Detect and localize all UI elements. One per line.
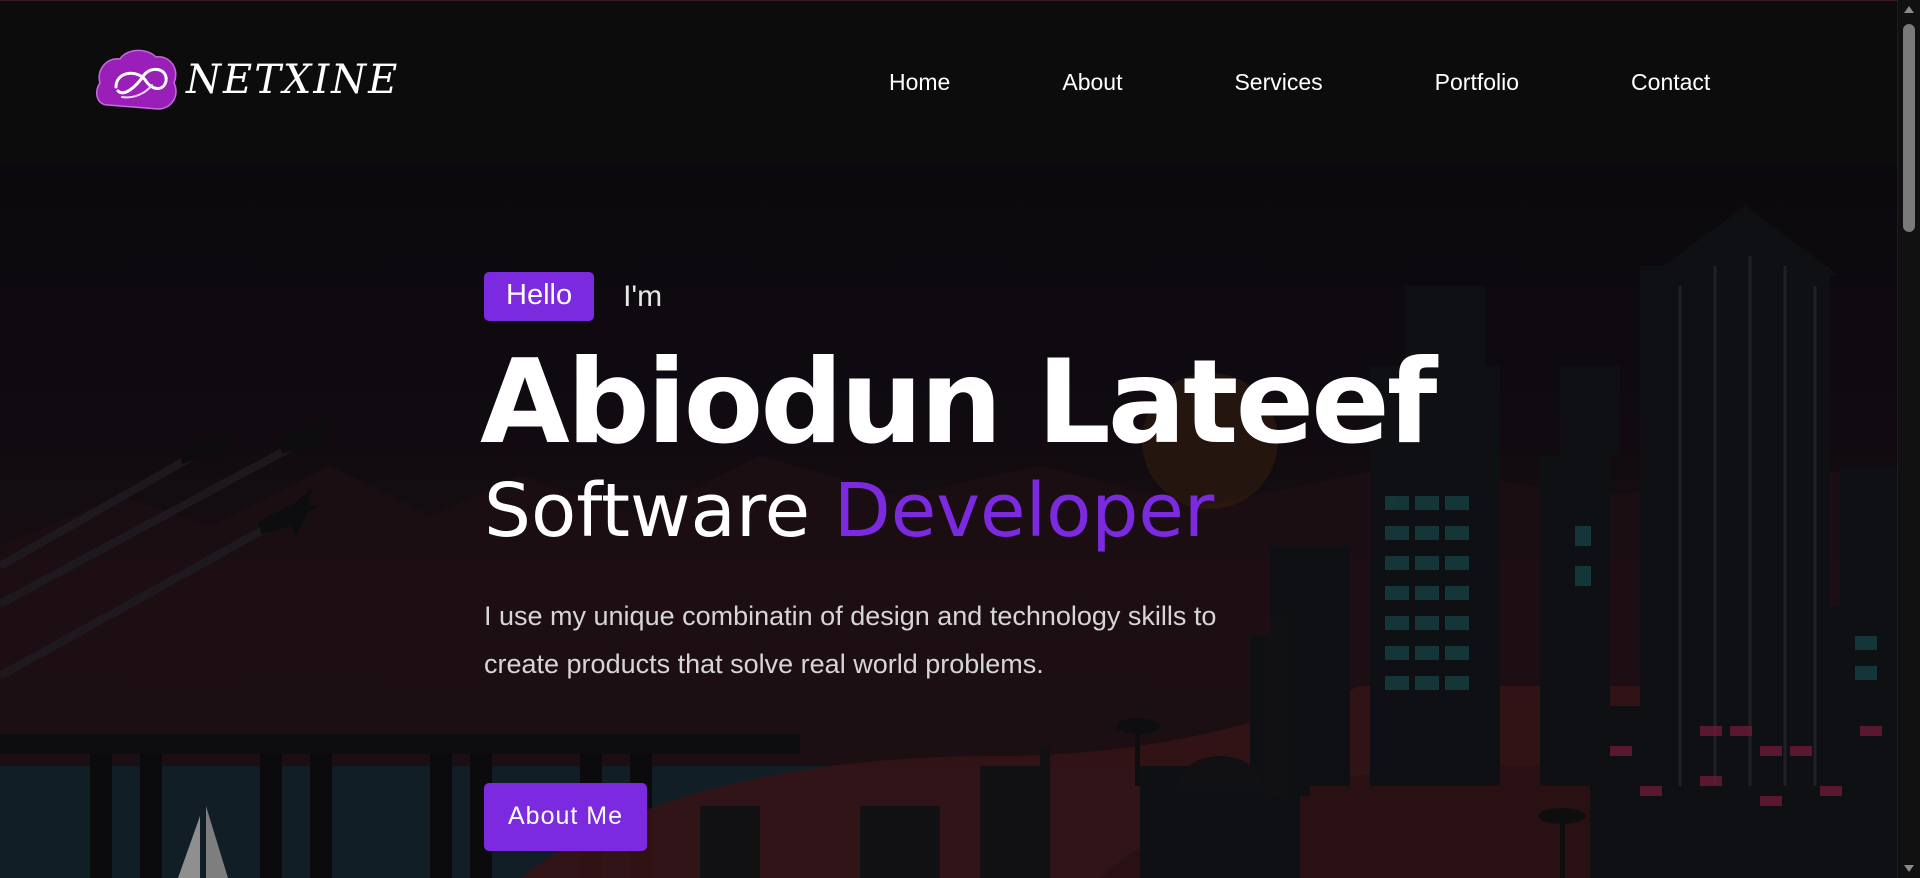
page-scrollbar[interactable] <box>1897 0 1920 878</box>
nav-contact[interactable]: Contact <box>1631 69 1710 96</box>
about-me-button[interactable]: About Me <box>484 783 648 852</box>
greeting-row: Hello I'm <box>484 272 1434 321</box>
hero-content: Hello I'm Abiodun Lateef Software Develo… <box>480 272 1437 852</box>
main-nav: Home About Services Portfolio Contact <box>889 69 1710 96</box>
logo-link[interactable]: NETXINE <box>94 47 399 113</box>
logo-text: NETXINE <box>186 57 400 103</box>
site-header: NETXINE Home About Services Portfolio Co… <box>0 0 1898 166</box>
title-prefix: Software <box>484 467 811 554</box>
scrollbar-thumb[interactable] <box>1903 24 1915 232</box>
scroll-up-icon[interactable] <box>1904 6 1914 13</box>
hero-section: Hello I'm Abiodun Lateef Software Develo… <box>0 166 1898 878</box>
hero-description: I use my unique combinatin of design and… <box>484 601 1217 680</box>
hero-title: Software Developer <box>484 472 1434 551</box>
nav-services[interactable]: Services <box>1234 69 1322 96</box>
nav-portfolio[interactable]: Portfolio <box>1435 69 1519 96</box>
page: NETXINE Home About Services Portfolio Co… <box>0 0 1920 878</box>
im-text: I'm <box>623 279 663 313</box>
title-accent: Developer <box>833 467 1215 554</box>
hero-name: Abiodun Lateef <box>480 335 1437 470</box>
logo-cloud-icon <box>95 49 177 110</box>
scroll-down-icon[interactable] <box>1904 865 1914 872</box>
nav-about[interactable]: About <box>1062 69 1122 96</box>
nav-home[interactable]: Home <box>889 69 950 96</box>
hello-badge: Hello <box>484 272 595 321</box>
